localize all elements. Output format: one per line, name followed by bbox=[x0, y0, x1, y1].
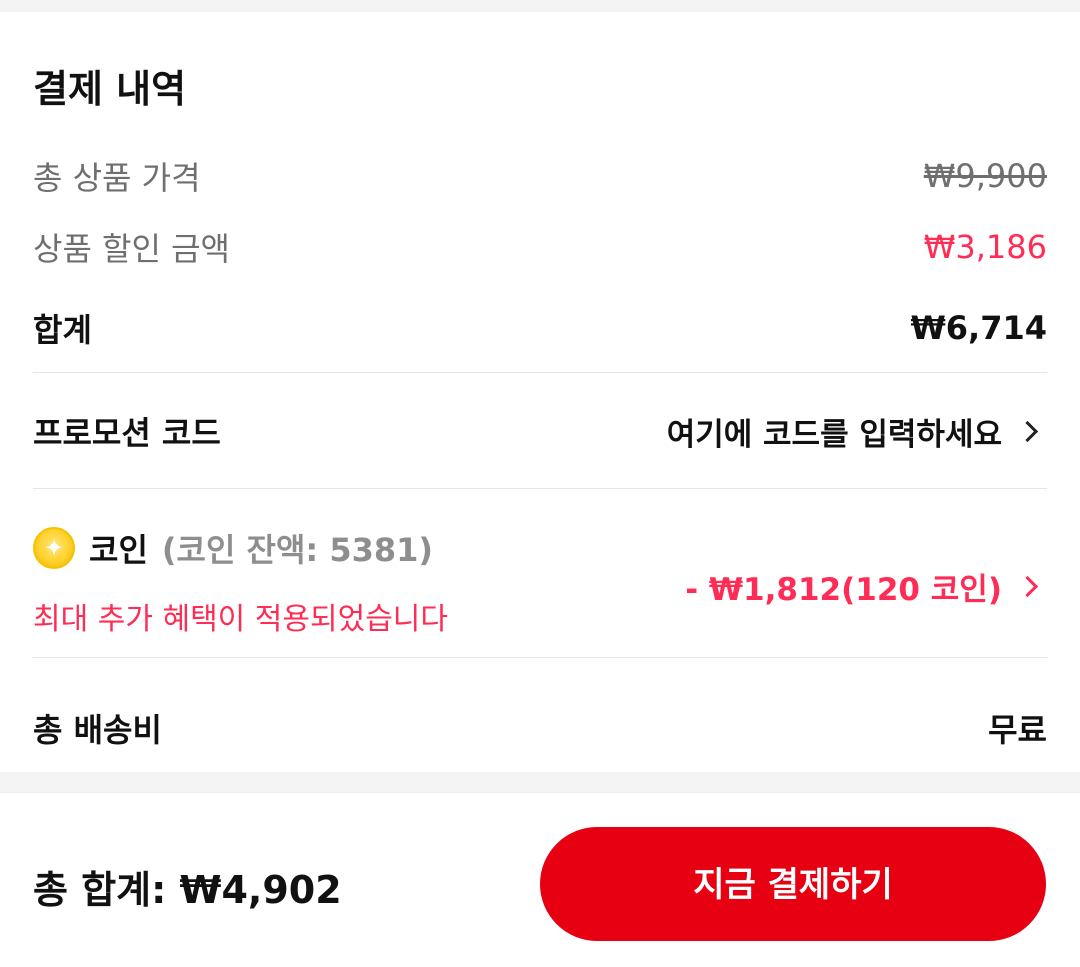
product-discount-row: 상품 할인 금액 ₩3,186 bbox=[33, 225, 1047, 269]
total-product-price-row: 총 상품 가격 ₩9,900 bbox=[33, 154, 1047, 198]
product-discount-label: 상품 할인 금액 bbox=[33, 230, 230, 268]
section-divider bbox=[33, 657, 1047, 658]
grand-total: 총 합계: ₩4,902 bbox=[33, 868, 342, 912]
coin-row[interactable]: ✦ 코인 (코인 잔액: 5381) 최대 추가 혜택이 적용되었습니다 - ₩… bbox=[33, 524, 1047, 637]
chevron-right-icon[interactable] bbox=[1016, 575, 1039, 598]
promo-code-cta[interactable]: 여기에 코드를 입력하세요 bbox=[667, 409, 1002, 454]
product-discount-value: ₩3,186 bbox=[923, 228, 1047, 266]
subtotal-row: 합계 ₩6,714 bbox=[33, 306, 1047, 350]
coin-label: 코인 bbox=[89, 531, 148, 569]
payment-summary-card: 결제 내역 총 상품 가격 ₩9,900 상품 할인 금액 ₩3,186 합계 … bbox=[0, 12, 1080, 772]
pay-now-button[interactable]: 지금 결제하기 bbox=[540, 827, 1046, 941]
coin-applied-amount-link[interactable]: - ₩1,812(120 코인) bbox=[685, 564, 1047, 609]
coin-applied-amount[interactable]: - ₩1,812(120 코인) bbox=[685, 564, 1002, 609]
coin-label-group: ✦ 코인 (코인 잔액: 5381) bbox=[33, 524, 433, 572]
subtotal-value: ₩6,714 bbox=[910, 309, 1047, 347]
chevron-right-icon[interactable] bbox=[1016, 420, 1039, 442]
payment-summary-title: 결제 내역 bbox=[33, 67, 187, 111]
total-product-price-label: 총 상품 가격 bbox=[33, 159, 201, 197]
coin-benefit-message: 최대 추가 혜택이 적용되었습니다 bbox=[33, 602, 449, 637]
shipping-fee-row: 총 배송비 무료 bbox=[33, 706, 1047, 750]
coin-icon: ✦ bbox=[33, 527, 75, 569]
shipping-fee-value: 무료 bbox=[988, 711, 1047, 749]
section-divider bbox=[33, 488, 1047, 489]
coin-balance: (코인 잔액: 5381) bbox=[161, 531, 434, 569]
section-divider bbox=[33, 372, 1047, 373]
subtotal-label: 합계 bbox=[33, 311, 92, 349]
promo-code-entry[interactable]: 여기에 코드를 입력하세요 bbox=[667, 409, 1047, 454]
checkout-bottom-bar: 총 합계: ₩4,902 지금 결제하기 bbox=[0, 792, 1080, 967]
total-product-price-value: ₩9,900 bbox=[923, 157, 1047, 195]
shipping-fee-label: 총 배송비 bbox=[33, 711, 162, 749]
promo-code-row[interactable]: 프로모션 코드 여기에 코드를 입력하세요 bbox=[33, 408, 1047, 454]
promo-code-label: 프로모션 코드 bbox=[33, 414, 221, 452]
